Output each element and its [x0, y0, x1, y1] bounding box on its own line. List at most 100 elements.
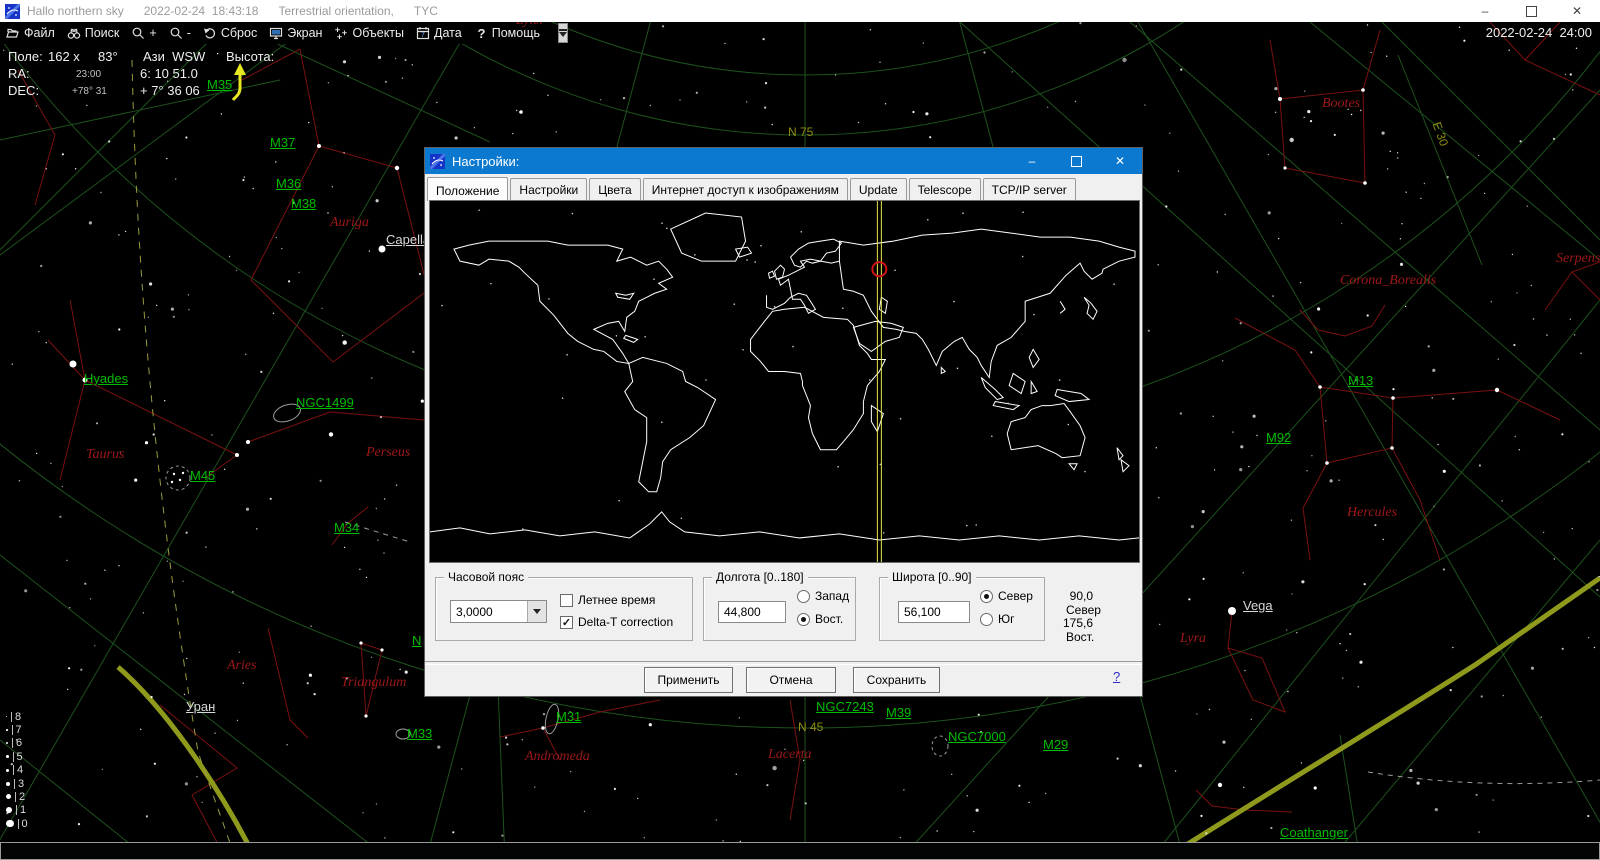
north-radio-row[interactable]: Север [980, 589, 1033, 603]
close-button[interactable]: ✕ [1554, 0, 1600, 22]
chart-label-bootes: Bootes [1322, 96, 1361, 111]
ra-label: RA: [8, 66, 30, 81]
magnitude-row-8: 8 [6, 710, 21, 723]
chart-label-уран: Уран [186, 699, 216, 714]
map-latitude-value: 90,0 [1069, 589, 1093, 603]
south-radio-row[interactable]: Юг [980, 612, 1015, 626]
toolbar-overflow-button[interactable] [558, 23, 568, 43]
tab-интернет-доступ-к-изображениям[interactable]: Интернет доступ к изображениям [642, 178, 848, 200]
maximize-button[interactable] [1508, 0, 1554, 22]
toolbar-item-calendar[interactable]: 7 Дата [410, 22, 468, 44]
dialog-maximize-button[interactable] [1054, 148, 1098, 174]
magnitude-row-4: 4 [6, 764, 23, 777]
chart-label-m31: M31 [556, 709, 582, 724]
tab-update[interactable]: Update [849, 178, 907, 200]
north-radio[interactable] [980, 589, 993, 603]
west-radio-row[interactable]: Запад [797, 589, 849, 603]
longitude-input[interactable]: 44,800 [718, 601, 786, 623]
toolbar-item-label: Файл [24, 26, 55, 40]
map-longitude-value: 175,6 [1062, 616, 1093, 630]
dialog-minimize-button[interactable]: – [1010, 148, 1054, 174]
tab-настройки[interactable]: Настройки [510, 178, 588, 200]
toolbar-item-help[interactable]: ? Помощь [468, 22, 546, 44]
toolbar-item-zoom-in[interactable]: + [125, 22, 162, 44]
dialog-title: Настройки: [452, 153, 520, 169]
minimize-button[interactable]: – [1462, 0, 1508, 22]
chart-label-m92: M92 [1266, 430, 1292, 445]
east-radio[interactable] [797, 612, 810, 626]
dialog-titlebar[interactable]: Настройки: – ✕ [425, 148, 1142, 174]
toolbar-item-folder[interactable]: Файл [0, 22, 61, 44]
chart-label-n-75: N 75 [788, 125, 814, 139]
save-button[interactable]: Сохранить [853, 667, 940, 693]
magnitude-row-5: 5 [6, 750, 23, 763]
apply-button-label: Применить [657, 673, 720, 687]
cancel-button-label: Отмена [769, 673, 813, 687]
magnitude-row-0: 0 [6, 817, 28, 830]
toolbar-item-monitor[interactable]: Экран [263, 22, 328, 44]
chart-label-n: N [412, 633, 422, 648]
delta-t-label: Delta-T correction [578, 615, 674, 629]
west-radio[interactable] [797, 589, 810, 603]
chart-label-perseus: Perseus [366, 445, 411, 460]
chart-label-m38: M38 [291, 196, 317, 211]
toolbar-item-label: Экран [287, 26, 323, 40]
dst-checkbox[interactable] [560, 593, 573, 607]
window-titlebar: Hallo northern sky 2022-02-24 18:43:18 T… [0, 0, 1600, 22]
map-longitude-readout: 175,6 Вост. [1045, 616, 1142, 644]
world-map[interactable] [429, 200, 1140, 563]
south-radio[interactable] [980, 612, 993, 626]
magnitude-row-6: 6 [6, 737, 22, 750]
toolbar-item-label: Поиск [84, 26, 120, 40]
window-title-datetime: 2022-02-24 18:43:18 [143, 4, 259, 18]
dec-label: DEC: [8, 83, 40, 98]
delta-t-checkbox[interactable] [560, 615, 573, 629]
dialog-close-button[interactable]: ✕ [1098, 148, 1142, 174]
field-degrees: 83° [98, 49, 118, 64]
timezone-group-legend: Часовой пояс [444, 570, 529, 584]
apply-button[interactable]: Применить [644, 667, 733, 693]
map-latitude-direction: Север [1066, 603, 1101, 617]
help-link[interactable]: ? [1113, 669, 1120, 684]
toolbar: Файл Поиск + - Сброс Экран Объекты 7 Дата? Помощь [0, 22, 568, 44]
chart-label-coathanger: Coathanger [1280, 825, 1348, 840]
chart-label-taurus: Taurus [86, 447, 125, 462]
tab-tcp-ip-server[interactable]: TCP/IP server [982, 178, 1076, 200]
world-map-svg [430, 201, 1139, 562]
chevron-down-icon [533, 609, 541, 614]
toolbar-item-label: - [186, 26, 191, 40]
toolbar-item-zoom-out[interactable]: - [163, 22, 197, 44]
tab-положение[interactable]: Положение [427, 177, 509, 201]
field-value: 162 x [48, 49, 80, 64]
longitude-value: 44,800 [724, 605, 761, 619]
toolbar-item-objects[interactable]: Объекты [328, 22, 410, 44]
mouse-cursor-icon [230, 62, 250, 107]
timezone-select[interactable]: 3,0000 [450, 600, 547, 623]
toolbar-item-binoculars[interactable]: Поиск [61, 22, 126, 44]
timezone-dropdown-button[interactable] [527, 601, 546, 622]
cursor-object-label[interactable]: M35 [207, 77, 232, 92]
dst-checkbox-row[interactable]: Летнее время [560, 593, 655, 607]
toolbar-item-undo[interactable]: Сброс [197, 22, 263, 44]
objects-icon [334, 26, 348, 40]
dst-label: Летнее время [578, 593, 656, 607]
tab-цвета[interactable]: Цвета [589, 178, 641, 200]
location-meridian-line [876, 201, 882, 562]
chart-label-ngc7243: NGC7243 [816, 699, 874, 714]
binoculars-icon [67, 26, 81, 40]
azimuth-value: Ази WSW [143, 49, 206, 64]
dialog-icon [428, 152, 447, 170]
latitude-input[interactable]: 56,100 [898, 601, 970, 623]
south-label: Юг [998, 612, 1015, 626]
delta-t-checkbox-row[interactable]: Delta-T correction [560, 615, 673, 629]
east-radio-row[interactable]: Вост. [797, 612, 843, 626]
cancel-button[interactable]: Отмена [746, 667, 836, 693]
north-label: Север [998, 589, 1033, 603]
tab-telescope[interactable]: Telescope [908, 178, 981, 200]
chart-label-vega: Vega [1243, 598, 1273, 613]
magnitude-row-7: 7 [6, 723, 22, 736]
chart-label-n-45: N 45 [798, 720, 824, 734]
latitude-group: Широта [0..90] 56,100 Север Юг [879, 570, 1045, 641]
east-label: Вост. [815, 612, 844, 626]
dec-value: + 7° 36 06 [140, 83, 200, 98]
